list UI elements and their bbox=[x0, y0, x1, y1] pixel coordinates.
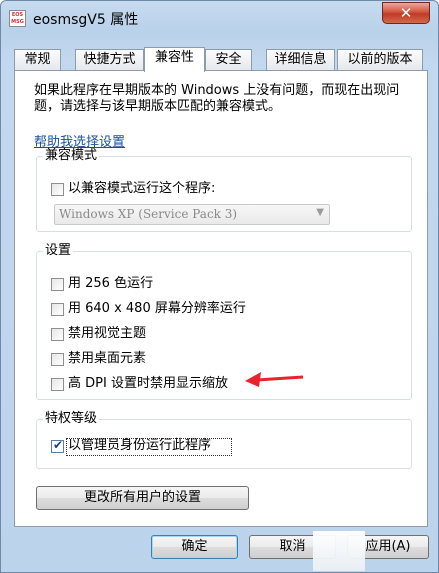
tab-general[interactable]: 常规 bbox=[14, 49, 61, 71]
settings-group-label: 设置 bbox=[43, 243, 74, 259]
tab-security[interactable]: 安全 bbox=[205, 49, 252, 71]
setting-256-colors[interactable]: 用 256 色运行 bbox=[51, 276, 351, 294]
compat-mode-group-label: 兼容模式 bbox=[43, 148, 100, 164]
compat-mode-checkbox[interactable] bbox=[51, 183, 64, 196]
setting-disable-visual-themes-label: 禁用视觉主题 bbox=[68, 326, 147, 341]
ok-button[interactable]: 确定 bbox=[151, 535, 238, 559]
intro-text: 如果此程序在早期版本的 Windows 上没有问题，而现在出现问题，请选择与该早… bbox=[34, 83, 400, 114]
settings-group: 设置 用 256 色运行 用 640 x 480 屏幕分辨率运行 禁用视觉主题 … bbox=[36, 243, 412, 400]
checkmark-icon: ✔ bbox=[53, 438, 64, 452]
setting-640x480[interactable]: 用 640 x 480 屏幕分辨率运行 bbox=[51, 301, 351, 319]
setting-640x480-label: 用 640 x 480 屏幕分辨率运行 bbox=[68, 301, 246, 316]
run-as-admin-label: 以管理员身份运行此程序 bbox=[68, 438, 212, 453]
privilege-group: 特权等级 ✔ 以管理员身份运行此程序 bbox=[36, 411, 412, 469]
setting-disable-desktop-composition[interactable]: 禁用桌面元素 bbox=[51, 351, 351, 369]
run-as-admin-row[interactable]: ✔ 以管理员身份运行此程序 bbox=[51, 438, 251, 456]
close-icon: ✕ bbox=[399, 4, 413, 22]
compat-mode-checkbox-row[interactable]: 以兼容模式运行这个程序: bbox=[51, 181, 331, 199]
close-button[interactable]: ✕ bbox=[382, 2, 430, 24]
tab-details[interactable]: 详细信息 bbox=[266, 49, 335, 71]
setting-disable-dpi-scaling[interactable]: 高 DPI 设置时禁用显示缩放 bbox=[51, 376, 351, 394]
properties-dialog: EOS MSG eosmsgV5 属性 ✕ 常规 快捷方式 兼容性 安全 详细信… bbox=[0, 0, 439, 573]
privilege-group-label: 特权等级 bbox=[43, 411, 100, 427]
setting-256-colors-checkbox[interactable] bbox=[51, 278, 64, 291]
tab-previous-versions[interactable]: 以前的版本 bbox=[337, 49, 423, 71]
compatibility-panel: 如果此程序在早期版本的 Windows 上没有问题，而现在出现问题，请选择与该早… bbox=[14, 70, 428, 527]
annotation-arrow-icon bbox=[245, 372, 304, 387]
title-bar[interactable]: EOS MSG eosmsgV5 属性 ✕ bbox=[1, 1, 438, 35]
setting-disable-dpi-scaling-label: 高 DPI 设置时禁用显示缩放 bbox=[68, 376, 228, 391]
run-as-admin-checkbox[interactable]: ✔ bbox=[51, 438, 64, 453]
chevron-down-icon: ▼ bbox=[316, 207, 324, 218]
window-title: eosmsgV5 属性 bbox=[33, 12, 139, 28]
setting-disable-visual-themes-checkbox[interactable] bbox=[51, 328, 64, 341]
compat-os-select-value: Windows XP (Service Pack 3) bbox=[59, 207, 238, 221]
setting-256-colors-label: 用 256 色运行 bbox=[68, 276, 154, 291]
setting-disable-desktop-composition-checkbox[interactable] bbox=[51, 353, 64, 366]
change-all-users-button[interactable]: 更改所有用户的设置 bbox=[36, 486, 249, 510]
tab-compatibility[interactable]: 兼容性 bbox=[144, 47, 205, 72]
compat-mode-checkbox-label: 以兼容模式运行这个程序: bbox=[68, 181, 216, 196]
setting-640x480-checkbox[interactable] bbox=[51, 303, 64, 316]
compat-os-select[interactable]: Windows XP (Service Pack 3) ▼ bbox=[54, 204, 330, 225]
tab-strip: 常规 快捷方式 兼容性 安全 详细信息 以前的版本 bbox=[14, 47, 428, 72]
watermark-overlay bbox=[313, 531, 365, 571]
app-icon: EOS MSG bbox=[9, 10, 26, 27]
setting-disable-desktop-composition-label: 禁用桌面元素 bbox=[68, 351, 147, 366]
setting-disable-dpi-scaling-checkbox[interactable] bbox=[51, 378, 64, 391]
setting-disable-visual-themes[interactable]: 禁用视觉主题 bbox=[51, 326, 351, 344]
tab-shortcut[interactable]: 快捷方式 bbox=[75, 49, 144, 71]
compat-mode-group: 兼容模式 以兼容模式运行这个程序: Windows XP (Service Pa… bbox=[36, 148, 412, 232]
